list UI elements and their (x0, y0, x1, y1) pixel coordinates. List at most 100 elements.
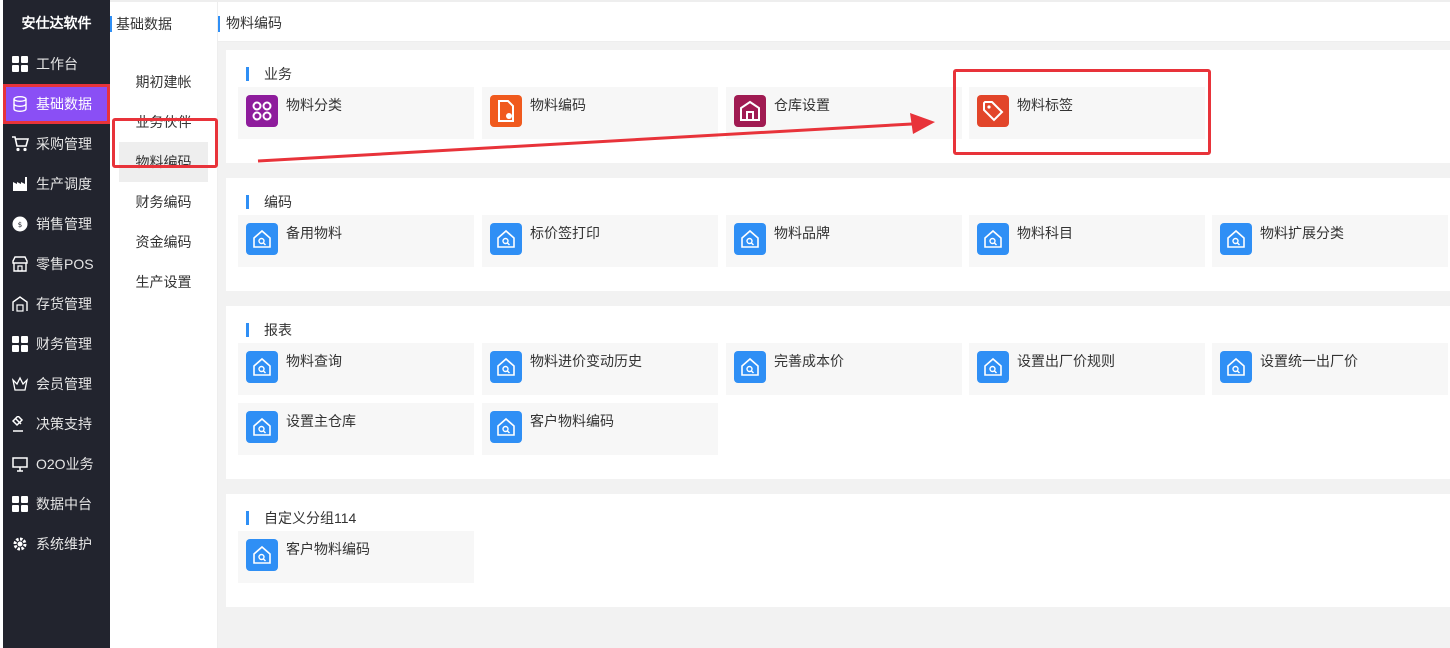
card-main-warehouse[interactable]: 设置主仓库 (238, 403, 474, 455)
group-reports: 报表 物料查询 物料进价变动历史 完善成本价 设置出厂价规则 设置统一出厂价 设… (226, 306, 1450, 479)
sidebar-item-label: 数据中台 (36, 496, 92, 512)
group-business: 业务 物料分类 物料编码 仓库设置 物料标签 (226, 50, 1450, 163)
submenu-item-finance-code[interactable]: 财务编码 (110, 182, 217, 222)
card-material-label[interactable]: 物料标签 (969, 87, 1205, 139)
sidebar-item-production[interactable]: 生产调度 (3, 164, 110, 204)
page-header: 物料编码 (218, 0, 1450, 42)
factory-icon (11, 175, 29, 193)
card-label: 设置主仓库 (286, 413, 356, 429)
card-customer-material-code[interactable]: 客户物料编码 (482, 403, 718, 455)
sidebar-item-label: 基础数据 (36, 96, 92, 112)
sidebar-item-label: 系统维护 (36, 536, 92, 552)
sidebar-item-data-center[interactable]: 数据中台 (3, 484, 110, 524)
group-title: 报表 (246, 320, 292, 340)
card-label: 物料查询 (286, 353, 342, 369)
card-label: 物料科目 (1017, 225, 1073, 241)
category-icon (246, 95, 278, 127)
card-warehouse-settings[interactable]: 仓库设置 (726, 87, 962, 139)
group-custom-114: 自定义分组114 客户物料编码 (226, 494, 1450, 607)
sidebar-item-workbench[interactable]: 工作台 (3, 44, 110, 84)
sidebar-item-label: 会员管理 (36, 376, 92, 392)
sidebar-item-system[interactable]: 系统维护 (3, 524, 110, 564)
submenu-item-production-settings[interactable]: 生产设置 (110, 262, 217, 302)
cart-icon (11, 135, 29, 153)
main-content: 业务 物料分类 物料编码 仓库设置 物料标签 编码 备用物料 标价签打印 物料品… (218, 42, 1450, 648)
sidebar-item-decision[interactable]: 决策支持 (3, 404, 110, 444)
sidebar-item-inventory[interactable]: 存货管理 (3, 284, 110, 324)
home-search-icon (490, 351, 522, 383)
sidebar-item-purchase[interactable]: 采购管理 (3, 124, 110, 164)
warehouse-icon (734, 95, 766, 127)
grid-icon (11, 55, 29, 73)
sidebar-item-basic-data[interactable]: 基础数据 (3, 84, 110, 124)
group-title: 自定义分组114 (246, 508, 356, 528)
card-material-category[interactable]: 物料分类 (238, 87, 474, 139)
group-title: 编码 (246, 192, 292, 212)
home-search-icon (734, 223, 766, 255)
gear-icon (11, 535, 29, 553)
sidebar-item-label: 采购管理 (36, 136, 92, 152)
card-cost-price[interactable]: 完善成本价 (726, 343, 962, 395)
card-label: 备用物料 (286, 225, 342, 241)
card-price-history[interactable]: 物料进价变动历史 (482, 343, 718, 395)
home-search-icon (246, 223, 278, 255)
card-spare-material[interactable]: 备用物料 (238, 215, 474, 267)
submenu-title: 基础数据 (110, 0, 217, 42)
card-label: 物料品牌 (774, 225, 830, 241)
file-gear-icon (490, 95, 522, 127)
crown-icon (11, 375, 29, 393)
sidebar-item-sales[interactable]: $ 销售管理 (3, 204, 110, 244)
sidebar-item-members[interactable]: 会员管理 (3, 364, 110, 404)
brand-name: 安仕达软件 (21, 15, 92, 31)
svg-text:$: $ (18, 221, 22, 229)
submenu-item-partners[interactable]: 业务伙伴 (110, 102, 217, 142)
home-search-icon (1220, 223, 1252, 255)
store-icon (11, 255, 29, 273)
grid-icon (11, 495, 29, 513)
home-search-icon (734, 351, 766, 383)
card-label: 客户物料编码 (286, 541, 370, 557)
card-material-code[interactable]: 物料编码 (482, 87, 718, 139)
home-search-icon (977, 351, 1009, 383)
card-label: 物料编码 (530, 97, 586, 113)
sidebar-item-o2o[interactable]: O2O业务 (3, 444, 110, 484)
card-unified-factory-price[interactable]: 设置统一出厂价 (1212, 343, 1448, 395)
card-label: 仓库设置 (774, 97, 830, 113)
sidebar-item-label: O2O业务 (36, 456, 94, 472)
card-label: 客户物料编码 (530, 413, 614, 429)
home-search-icon (246, 351, 278, 383)
submenu-item-material-code[interactable]: 物料编码 (119, 142, 208, 182)
card-customer-material-code[interactable]: 客户物料编码 (238, 531, 474, 583)
monitor-icon (11, 455, 29, 473)
sidebar-item-retail-pos[interactable]: 零售POS (3, 244, 110, 284)
card-label: 设置出厂价规则 (1017, 353, 1115, 369)
card-material-query[interactable]: 物料查询 (238, 343, 474, 395)
sidebar-item-label: 生产调度 (36, 176, 92, 192)
sidebar-item-label: 工作台 (36, 56, 78, 72)
card-label: 设置统一出厂价 (1260, 353, 1358, 369)
tag-icon (977, 95, 1009, 127)
sidebar-item-label: 财务管理 (36, 336, 92, 352)
grid-icon (11, 335, 29, 353)
submenu-item-fund-code[interactable]: 资金编码 (110, 222, 217, 262)
group-coding: 编码 备用物料 标价签打印 物料品牌 物料科目 物料扩展分类 (226, 178, 1450, 291)
card-label: 物料进价变动历史 (530, 353, 642, 369)
card-extended-category[interactable]: 物料扩展分类 (1212, 215, 1448, 267)
sidebar-item-label: 决策支持 (36, 416, 92, 432)
sidebar-item-label: 存货管理 (36, 296, 92, 312)
sidebar-item-label: 零售POS (36, 256, 94, 272)
warehouse-icon (11, 295, 29, 313)
home-search-icon (246, 539, 278, 571)
card-factory-price-rules[interactable]: 设置出厂价规则 (969, 343, 1205, 395)
submenu: 基础数据 期初建帐 业务伙伴 物料编码 财务编码 资金编码 生产设置 (110, 0, 218, 648)
card-price-tag-print[interactable]: 标价签打印 (482, 215, 718, 267)
main-sidebar: 安仕达软件 工作台 基础数据 采购管理 生产调度 $ 销售管理 零售POS 存货… (0, 0, 110, 648)
database-icon (11, 95, 29, 113)
submenu-item-opening[interactable]: 期初建帐 (110, 62, 217, 102)
group-title: 业务 (246, 64, 292, 84)
card-label: 标价签打印 (530, 225, 600, 241)
card-material-subject[interactable]: 物料科目 (969, 215, 1205, 267)
sidebar-item-finance[interactable]: 财务管理 (3, 324, 110, 364)
card-material-brand[interactable]: 物料品牌 (726, 215, 962, 267)
card-label: 物料扩展分类 (1260, 225, 1344, 241)
